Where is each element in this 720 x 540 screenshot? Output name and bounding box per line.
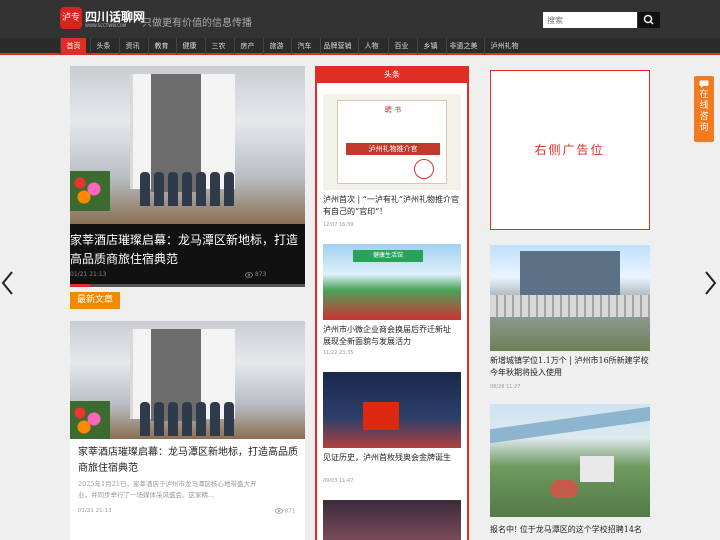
search-icon: [643, 14, 654, 25]
chevron-right-icon[interactable]: [702, 270, 718, 296]
latest-article-desc: 2025年1月21日，家莘酒店于泸州市龙马潭区核心地带盛大开业，并同步举行了一场…: [78, 480, 257, 499]
nav-item-health[interactable]: 健康: [176, 38, 202, 55]
latest-article-views: 871: [275, 508, 295, 515]
latest-article-title[interactable]: 家莘酒店璀璨启幕：龙马潭区新地标，打造高品质商旅住宿典范: [78, 445, 300, 477]
headline-item[interactable]: 健康生活馆 泸州市小微企业商会换届后乔迁新址 展现全新面貌与发展活力 11/22…: [323, 244, 461, 360]
nav-item-agriculture[interactable]: 三农: [205, 38, 231, 55]
nav-item-industries[interactable]: 百业: [388, 38, 414, 55]
certificate-title: 聘 书: [384, 106, 402, 114]
hero-date: 01/21 21:13: [70, 271, 107, 278]
headline-date: 09/03 11:47: [323, 478, 354, 484]
headline-date: 11/22 23:35: [323, 350, 354, 356]
top-header: 泸专 四川话聊网 WWW.SCCTWW.COM 只做更有价值的信息传播: [0, 0, 720, 38]
chat-icon: [699, 80, 709, 88]
nav-item-heritage[interactable]: 非遗之美: [446, 38, 480, 55]
right-article-title[interactable]: 报名中! 位于龙马潭区的这个学校招聘14名: [490, 524, 650, 536]
nav-item-education[interactable]: 教育: [148, 38, 174, 55]
right-article-date: 08/28 11:27: [490, 384, 521, 390]
nav-item-brand[interactable]: 品牌营销: [320, 38, 354, 55]
nav-item-towns[interactable]: 乡镇: [417, 38, 443, 55]
chevron-left-icon[interactable]: [0, 270, 16, 296]
hero-photo: [70, 66, 305, 224]
hero-meta: 01/21 21:13 873: [70, 271, 305, 278]
headline-image: [323, 372, 461, 448]
nav-item-headlines[interactable]: 头条: [90, 38, 116, 55]
certificate-main: 泸州礼物推介官: [346, 143, 440, 155]
nav-item-news[interactable]: 资讯: [119, 38, 145, 55]
logo-badge: 泸专: [60, 7, 82, 29]
ad-slot[interactable]: 右侧广告位: [490, 70, 650, 230]
slider-indicator[interactable]: [70, 284, 305, 287]
headline-image: 健康生活馆: [323, 244, 461, 320]
main-nav: 首页 头条 资讯 教育 健康 三农 房产 旅游 汽车 品牌营销 人物 百业 乡镇…: [0, 38, 720, 55]
nav-item-people[interactable]: 人物: [358, 38, 384, 55]
headline-item[interactable]: 聘 书 泸州礼物推介官 泸州首次 | “一泸有礼”泸州礼物推介官有自己的“官印”…: [323, 94, 461, 234]
right-article-title[interactable]: 新增城镇学位1.1万个 | 泸州市16所新建学校今年秋期将投入使用: [490, 355, 650, 379]
headline-item[interactable]: 见证历史，泸州首枚残奥会金牌诞生 09/03 11:47: [323, 372, 461, 488]
nav-item-travel[interactable]: 旅游: [263, 38, 289, 55]
headline-image: 聘 书 泸州礼物推介官: [323, 94, 461, 190]
nav-item-realestate[interactable]: 房产: [234, 38, 260, 55]
nav-item-gifts[interactable]: 泸州礼物: [484, 38, 524, 55]
site-logo[interactable]: 泸专 四川话聊网 WWW.SCCTWW.COM: [60, 7, 145, 31]
headline-item[interactable]: [323, 500, 461, 540]
headline-title[interactable]: 泸州首次 | “一泸有礼”泸州礼物推介官有自己的“官印”！: [323, 194, 461, 218]
search-input[interactable]: [543, 12, 637, 28]
headline-title[interactable]: 见证历史，泸州首枚残奥会金牌诞生: [323, 452, 461, 464]
right-article-card[interactable]: 新增城镇学位1.1万个 | 泸州市16所新建学校今年秋期将投入使用 08/28 …: [490, 245, 650, 395]
logo-url: WWW.SCCTWW.COM: [85, 23, 127, 28]
nav-item-home[interactable]: 首页: [60, 38, 86, 55]
right-article-image: [490, 245, 650, 351]
hero-title[interactable]: 家莘酒店璀璨启幕：龙马潭区新地标，打造高品质商旅住宿典范: [70, 231, 305, 269]
latest-article-date: 01/21 21:13: [78, 508, 112, 514]
right-article-card[interactable]: 报名中! 位于龙马潭区的这个学校招聘14名: [490, 404, 650, 540]
ad-text: 右侧广告位: [534, 143, 605, 157]
flag: [363, 402, 399, 430]
right-article-image: [490, 404, 650, 517]
latest-articles-label: 最新文章: [70, 292, 120, 309]
eye-icon: [275, 508, 283, 514]
nav-item-auto[interactable]: 汽车: [291, 38, 317, 55]
headlines-label: 头条: [315, 66, 469, 83]
latest-article-meta: 01/21 21:13 871: [78, 508, 298, 515]
eye-icon: [245, 271, 253, 278]
latest-article-photo: [70, 321, 305, 439]
headline-image: [323, 500, 461, 540]
hero-slider[interactable]: 家莘酒店璀璨启幕：龙马潭区新地标，打造高品质商旅住宿典范 01/21 21:13…: [70, 66, 305, 286]
latest-article-card[interactable]: 家莘酒店璀璨启幕：龙马潭区新地标，打造高品质商旅住宿典范 2025年1月21日，…: [70, 321, 305, 540]
headline-title[interactable]: 泸州市小微企业商会换届后乔迁新址 展现全新面貌与发展活力: [323, 324, 461, 348]
store-banner: 健康生活馆: [353, 250, 423, 262]
hero-views: 873: [245, 271, 266, 278]
seal-icon: [414, 159, 434, 179]
site-slogan: 只做更有价值的信息传播: [142, 18, 252, 29]
headline-date: 12/07 16:39: [323, 222, 354, 228]
search-button[interactable]: [638, 12, 660, 28]
online-consult-button[interactable]: 在线咨询: [694, 76, 714, 142]
